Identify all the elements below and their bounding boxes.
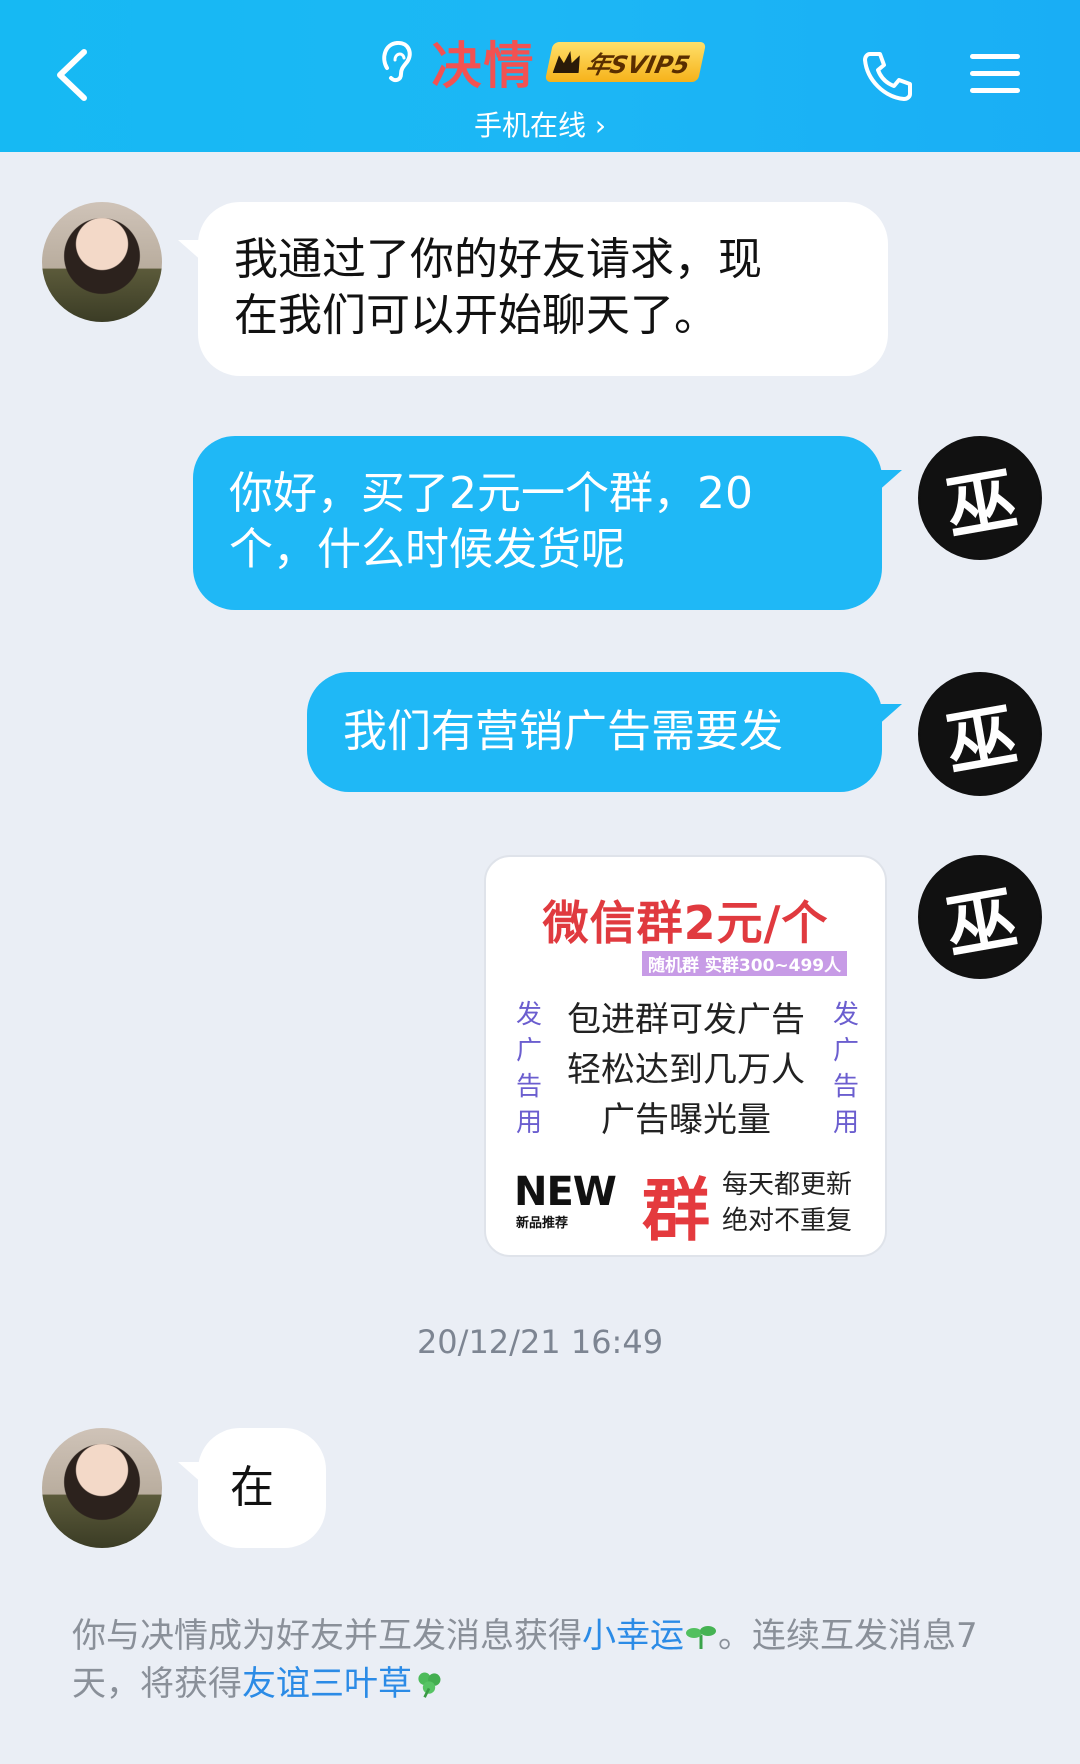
avatar-calligraphy: 巫	[939, 874, 1023, 969]
card-body: 包进群可发广告 轻松达到几万人 广告曝光量	[546, 995, 826, 1145]
sprout-icon	[686, 1626, 716, 1649]
message-text: 在	[230, 1462, 274, 1513]
contact-name: 决情	[431, 37, 536, 95]
bubble-tail	[868, 470, 902, 500]
message-bubble-outgoing[interactable]: 你好，买了2元一个群，20 个，什么时候发货呢	[193, 436, 882, 610]
image-message[interactable]: 微信群2元/个 随机群 实群300~499人 发 广 告 用 包进群可发广告 轻…	[484, 855, 887, 1257]
crown-icon	[553, 51, 584, 73]
svip-badge: 年SVIP5	[545, 42, 707, 82]
my-avatar[interactable]: 巫	[918, 436, 1042, 560]
side-char: 广	[832, 1036, 859, 1066]
card-right-line: 绝对不重复	[722, 1206, 853, 1236]
side-char: 告	[832, 1072, 859, 1102]
online-status[interactable]: 手机在线 ›	[0, 104, 1080, 144]
menu-icon[interactable]	[968, 50, 1022, 98]
card-right-line: 每天都更新	[722, 1170, 853, 1200]
side-char: 发	[515, 1000, 542, 1030]
chat-header: 决情 年SVIP5 手机在线 ›	[0, 0, 1080, 152]
notice-text: 你与决情成为好友并互发消息获得	[72, 1616, 582, 1656]
notice-link-lucky[interactable]: 小幸运	[582, 1616, 684, 1656]
message-text-line: 我通过了你的好友请求，现	[234, 234, 762, 285]
clover-icon	[418, 1672, 441, 1698]
avatar-calligraphy: 巫	[939, 455, 1023, 550]
friendship-notice: 你与决情成为好友并互发消息获得小幸运 。连续互发消息7天，将获得友谊三叶草	[72, 1612, 1012, 1708]
ear-icon[interactable]	[377, 38, 417, 86]
message-bubble-outgoing[interactable]: 我们有营销广告需要发	[307, 672, 882, 792]
message-bubble-incoming[interactable]: 我通过了你的好友请求，现 在我们可以开始聊天了。	[198, 202, 888, 376]
card-side-left: 发 广 告 用	[514, 997, 544, 1141]
message-timestamp: 20/12/21 16:49	[416, 1323, 664, 1361]
phone-icon[interactable]	[860, 48, 916, 104]
card-right-text: 每天都更新 绝对不重复	[722, 1167, 852, 1239]
my-avatar[interactable]: 巫	[918, 672, 1042, 796]
message-text: 我们有营销广告需要发	[343, 706, 783, 757]
side-char: 广	[515, 1036, 542, 1066]
new-logo-sub: 新品推荐	[516, 1216, 569, 1231]
notice-link-clover[interactable]: 友谊三叶草	[242, 1664, 412, 1704]
message-text-line: 个，什么时候发货呢	[229, 524, 625, 575]
new-logo: NEW	[514, 1169, 617, 1215]
bubble-tail	[868, 704, 902, 734]
side-char: 用	[832, 1108, 859, 1138]
card-subtitle: 随机群 实群300~499人	[642, 951, 848, 976]
card-line: 轻松达到几万人	[567, 1050, 805, 1090]
contact-avatar[interactable]	[42, 202, 162, 322]
card-line: 包进群可发广告	[567, 1000, 805, 1040]
message-text-line: 在我们可以开始聊天了。	[234, 290, 718, 341]
card-side-right: 发 广 告 用	[831, 997, 861, 1141]
card-title: 微信群2元/个	[542, 896, 829, 950]
card-line: 广告曝光量	[601, 1100, 771, 1140]
title-area[interactable]: 决情 年SVIP5 手机在线 ›	[0, 26, 1080, 144]
my-avatar[interactable]: 巫	[918, 855, 1042, 979]
card-big-char: 群	[642, 1172, 711, 1251]
message-text-line: 你好，买了2元一个群，20	[229, 468, 753, 519]
svip-badge-text: 年SVIP5	[583, 50, 693, 79]
message-bubble-incoming[interactable]: 在	[198, 1428, 326, 1548]
avatar-calligraphy: 巫	[939, 691, 1023, 786]
side-char: 用	[515, 1108, 542, 1138]
side-char: 告	[515, 1072, 542, 1102]
side-char: 发	[832, 1000, 859, 1030]
contact-avatar[interactable]	[42, 1428, 162, 1548]
